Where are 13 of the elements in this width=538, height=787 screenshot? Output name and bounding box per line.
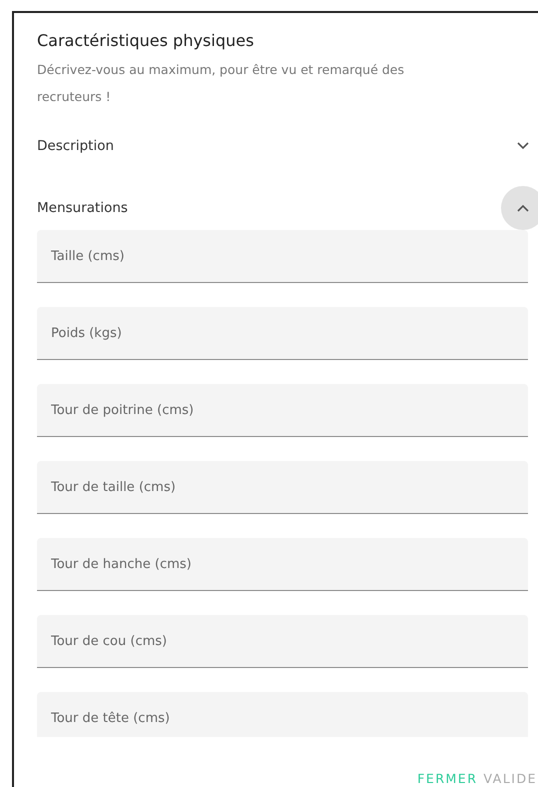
input-field[interactable]: Poids (kgs) xyxy=(37,307,528,360)
input-field[interactable]: Tour de taille (cms) xyxy=(37,461,528,514)
input-field[interactable]: Tour de hanche (cms) xyxy=(37,538,528,591)
chevron-icon xyxy=(517,204,529,212)
dialog-title: Caractéristiques physiques xyxy=(37,31,255,50)
input-field[interactable]: Tour de cou (cms) xyxy=(37,615,528,668)
chevron-icon xyxy=(517,142,529,150)
dialog-subtitle: Décrivez-vous au maximum, pour être vu et remarqué des recruteurs ! xyxy=(37,61,406,106)
section-header[interactable]: Description xyxy=(37,124,538,168)
input-field[interactable]: Tour de poitrine (cms) xyxy=(37,384,528,437)
section-header[interactable]: Mensurations xyxy=(37,186,538,230)
input-field[interactable]: Tour de tête (cms) xyxy=(37,692,528,737)
input-field[interactable]: Taille (cms) xyxy=(37,230,528,283)
